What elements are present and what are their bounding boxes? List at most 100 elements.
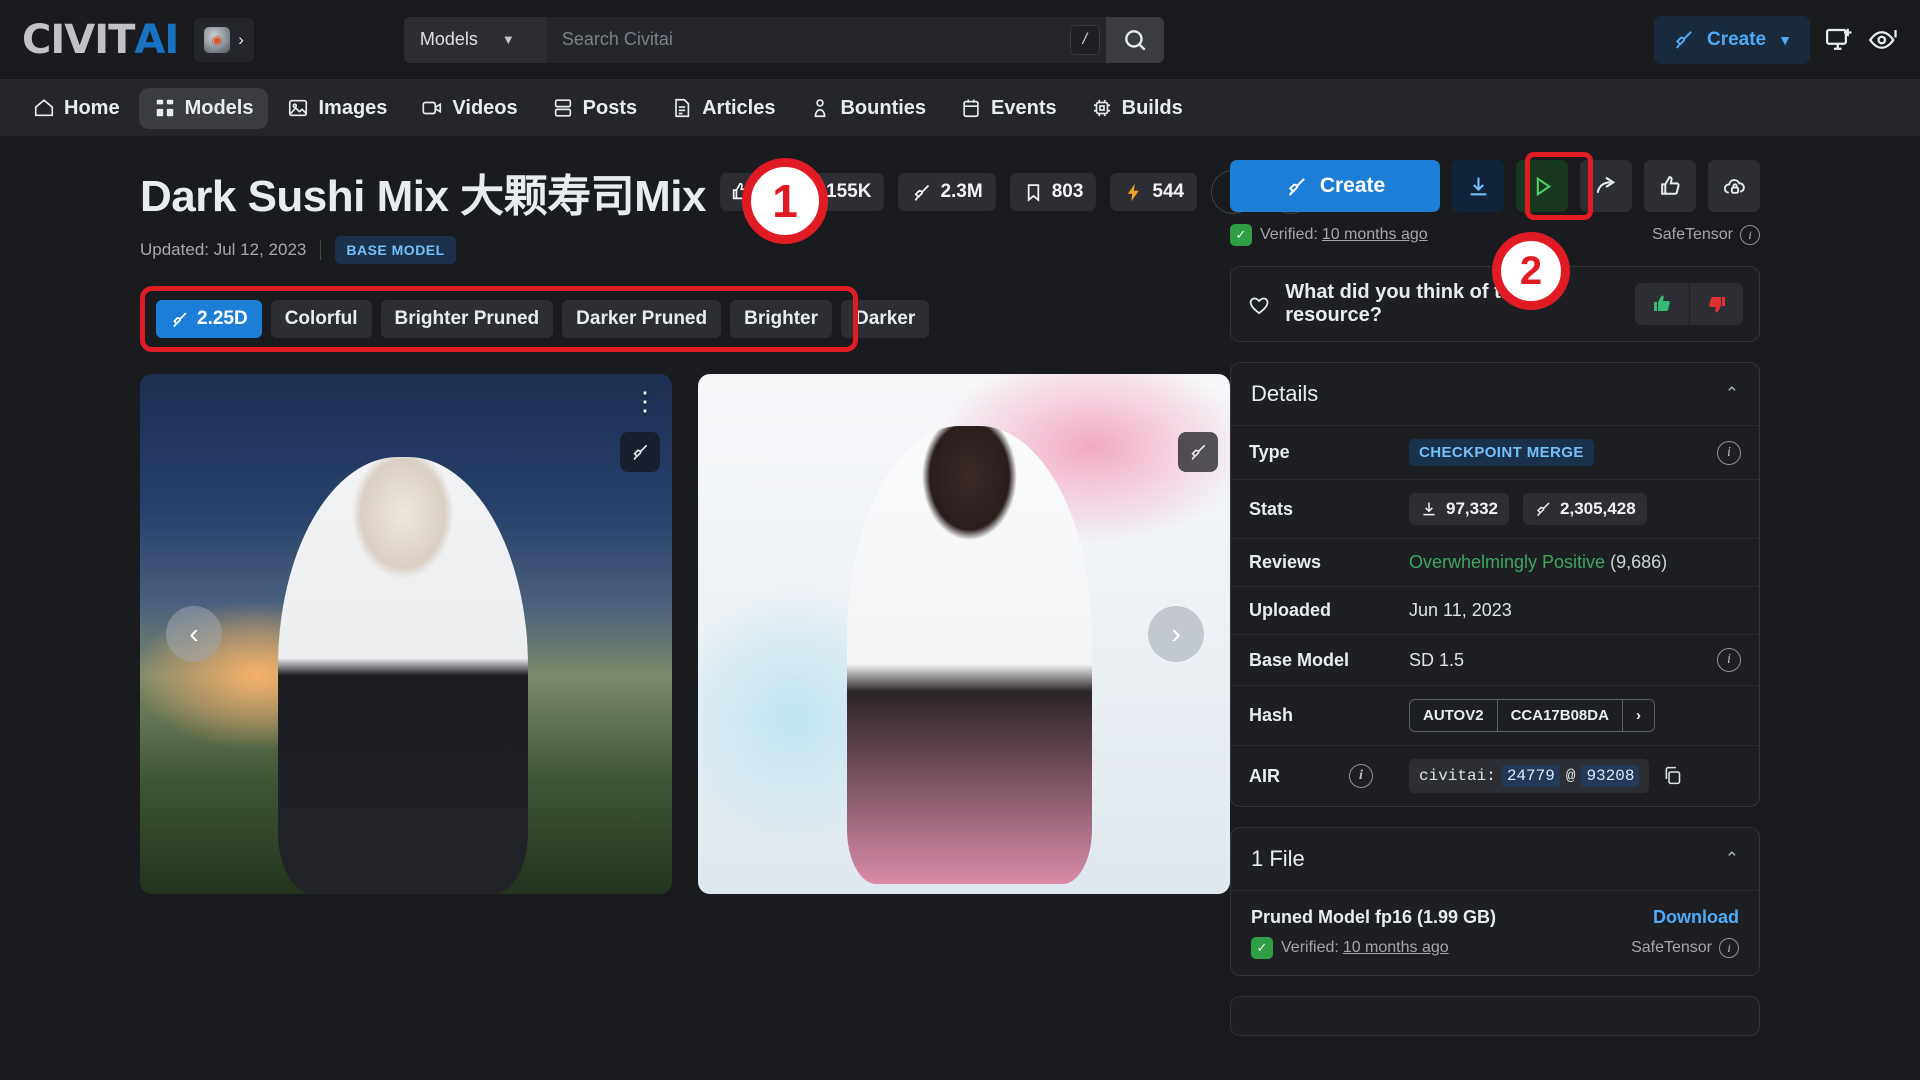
sidebar-create-label: Create [1319, 174, 1386, 197]
brush-icon [1675, 31, 1692, 49]
stat-bookmarks[interactable]: 803 [1009, 173, 1097, 211]
file-download-link[interactable]: Download [1653, 907, 1739, 928]
nav-item-home[interactable]: Home [18, 88, 135, 129]
brush-icon[interactable] [1178, 432, 1218, 472]
thumbs-up-icon [1660, 175, 1680, 195]
model-title-row: Dark Sushi Mix 大颗寿司Mix 155K 2.3M 803 544 [140, 160, 1362, 224]
reviews-count: (9,686) [1610, 552, 1668, 572]
home-icon [34, 99, 54, 117]
page-title: Dark Sushi Mix 大颗寿司Mix [140, 172, 707, 221]
monitor-add-icon[interactable] [1824, 25, 1854, 55]
header-create-button[interactable]: Create ▼ [1653, 15, 1810, 64]
stat-buzz[interactable]: 544 [1110, 173, 1198, 211]
details-panel-header[interactable]: Details ⌃ [1231, 363, 1759, 425]
copy-icon[interactable] [1662, 765, 1683, 786]
brush-icon[interactable] [620, 432, 660, 472]
version-tag-darker-pruned[interactable]: Darker Pruned [562, 300, 722, 338]
brush-icon [1537, 502, 1550, 517]
eye-notification-icon[interactable] [1868, 25, 1898, 55]
nav-item-builds[interactable]: Builds [1076, 88, 1198, 129]
safetensor-label: SafeTensor [1652, 226, 1733, 243]
model-meta-row: Updated: Jul 12, 2023 BASE MODEL [140, 236, 1230, 264]
nav-label: Posts [582, 96, 638, 119]
brush-icon [915, 184, 930, 201]
info-icon[interactable]: i [1719, 938, 1739, 958]
file-verified-time[interactable]: 10 months ago [1343, 939, 1449, 957]
thumbs-down-icon [1708, 297, 1725, 313]
search-submit-button[interactable] [1105, 16, 1164, 63]
nav-item-videos[interactable]: Videos [406, 88, 532, 129]
hash-value[interactable]: CCA17B08DA [1496, 700, 1622, 731]
feedback-downvote-button[interactable] [1689, 283, 1743, 325]
nav-label: Videos [452, 96, 518, 119]
files-panel-header[interactable]: 1 File ⌃ [1231, 828, 1759, 890]
reviews-sentiment[interactable]: Overwhelmingly Positive [1409, 552, 1605, 572]
nav-label: Home [64, 96, 120, 119]
run-model-button[interactable] [1516, 160, 1568, 212]
share-button[interactable] [1580, 160, 1632, 212]
model-image-gallery: ⋮ ‹ › [140, 374, 1230, 894]
air-at: @ [1565, 767, 1576, 785]
like-button[interactable] [1644, 160, 1696, 212]
files-panel: 1 File ⌃ Pruned Model fp16 (1.99 GB) Dow… [1230, 827, 1760, 976]
search-input[interactable] [545, 16, 1070, 63]
version-tag-brighter[interactable]: Brighter [730, 300, 833, 338]
download-icon [1470, 177, 1486, 195]
nav-item-images[interactable]: Images [272, 88, 402, 129]
search-shortcut-key: / [1069, 24, 1100, 55]
gallery-image-1[interactable]: ⋮ ‹ [140, 374, 672, 894]
article-icon [675, 98, 690, 118]
thumbs-up-icon [1654, 295, 1670, 311]
download-model-button[interactable] [1452, 160, 1504, 212]
verified-label: Verified: [1260, 226, 1318, 243]
model-main-column: Dark Sushi Mix 大颗寿司Mix 155K 2.3M 803 544… [0, 160, 1362, 1036]
nav-item-bounties[interactable]: Bounties [794, 88, 941, 129]
nav-item-articles[interactable]: Articles [656, 88, 790, 129]
feedback-upvote-button[interactable] [1635, 283, 1689, 325]
logo-badge[interactable]: ◉ › [194, 17, 254, 62]
search-category-select[interactable]: Models ▼ [403, 16, 546, 63]
details-key: Reviews [1231, 538, 1391, 587]
details-row-uploaded: Uploaded Jun 11, 2023 [1231, 586, 1759, 635]
details-downloads-stat: 97,332 [1409, 493, 1509, 525]
verified-time[interactable]: 10 months ago [1322, 226, 1428, 244]
more-vertical-icon[interactable]: ⋮ [632, 386, 658, 417]
version-tag-brighter-pruned[interactable]: Brighter Pruned [380, 300, 554, 338]
gallery-prev-button[interactable]: ‹ [166, 606, 222, 662]
chevron-down-icon: ▼ [1778, 31, 1792, 48]
chevron-right-icon: › [238, 30, 244, 49]
info-icon[interactable]: i [1717, 648, 1741, 672]
nav-item-models[interactable]: Models [138, 87, 269, 129]
feedback-prompt: What did you think of this resource? [1285, 281, 1530, 326]
air-version-id: 93208 [1581, 765, 1640, 787]
info-icon[interactable]: i [1349, 764, 1373, 788]
chevron-up-icon: ⌃ [1724, 849, 1739, 868]
type-badge: CHECKPOINT MERGE [1409, 439, 1594, 466]
nav-item-events[interactable]: Events [945, 88, 1072, 129]
gallery-next-button[interactable]: › [1148, 606, 1204, 662]
nav-item-posts[interactable]: Posts [537, 88, 652, 129]
info-icon[interactable]: i [1740, 225, 1760, 245]
site-logo[interactable]: CIVIT AI [22, 17, 179, 63]
main-navigation: Home Models Images Videos Posts Articles… [0, 80, 1920, 136]
gallery-image-2[interactable]: › [698, 374, 1230, 894]
version-tag-darker[interactable]: Darker [841, 300, 930, 338]
version-tags-row: 2.25D Colorful Brighter Pruned Darker Pr… [140, 286, 930, 352]
file-list-item: Pruned Model fp16 (1.99 GB) Download ✓ V… [1231, 890, 1759, 975]
calendar-icon [963, 99, 979, 118]
cloud-lock-button[interactable] [1708, 160, 1760, 212]
stat-downloads-value: 155K [826, 181, 872, 202]
callout-marker-1: 1 [742, 158, 828, 244]
file-header-line: Pruned Model fp16 (1.99 GB) Download [1251, 907, 1739, 928]
stat-generations[interactable]: 2.3M [898, 173, 996, 211]
model-verified-row: ✓ Verified: 10 months ago SafeTensor i [1230, 224, 1760, 246]
details-key: Uploaded [1231, 586, 1391, 635]
sidebar-create-button[interactable]: Create [1230, 160, 1440, 212]
info-icon[interactable]: i [1717, 440, 1741, 465]
site-header: CIVITAI ◉ › Models ▼ / Cre [0, 0, 1920, 80]
details-table: Type CHECKPOINT MERGE i Stats 97,332 2,3… [1231, 425, 1759, 806]
version-tag-225d[interactable]: 2.25D [156, 300, 262, 338]
search-bar: Models ▼ / [403, 16, 1164, 63]
version-tag-colorful[interactable]: Colorful [270, 300, 372, 338]
hash-expand-button[interactable]: › [1621, 700, 1654, 731]
